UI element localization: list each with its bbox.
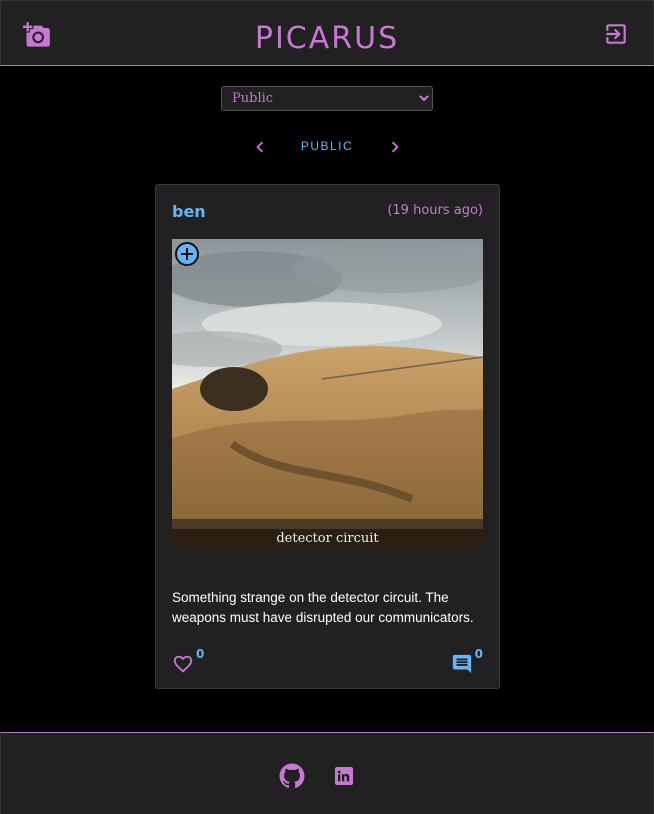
post-card: ben (19 hours ago) detector circuit Some…: [155, 184, 500, 689]
comment-icon: [452, 654, 472, 674]
stream-pager: PUBLIC: [0, 136, 654, 158]
like-button[interactable]: 0: [172, 647, 212, 677]
app-title: PICARUS: [254, 21, 400, 56]
stream-select[interactable]: Public: [221, 86, 433, 111]
stream-label: PUBLIC: [300, 139, 354, 153]
app-footer: [0, 732, 654, 814]
post-timestamp: (19 hours ago): [387, 203, 483, 218]
chevron-right-icon[interactable]: [384, 136, 406, 158]
post-author[interactable]: ben: [172, 202, 206, 221]
comment-button[interactable]: 0: [443, 647, 483, 677]
linkedin-icon[interactable]: [332, 764, 356, 788]
post-photo[interactable]: detector circuit: [172, 239, 483, 549]
favorite-border-icon: [173, 655, 193, 673]
comment-count: 0: [474, 647, 483, 661]
like-count: 0: [196, 647, 205, 661]
app-header: PICARUS: [0, 0, 654, 66]
photo-caption: detector circuit: [172, 529, 483, 549]
add-circle-icon[interactable]: [174, 241, 200, 267]
github-icon[interactable]: [279, 763, 305, 789]
logout-icon[interactable]: [603, 21, 631, 49]
post-description: Something strange on the detector circui…: [172, 589, 474, 625]
landscape-image: [172, 239, 483, 549]
